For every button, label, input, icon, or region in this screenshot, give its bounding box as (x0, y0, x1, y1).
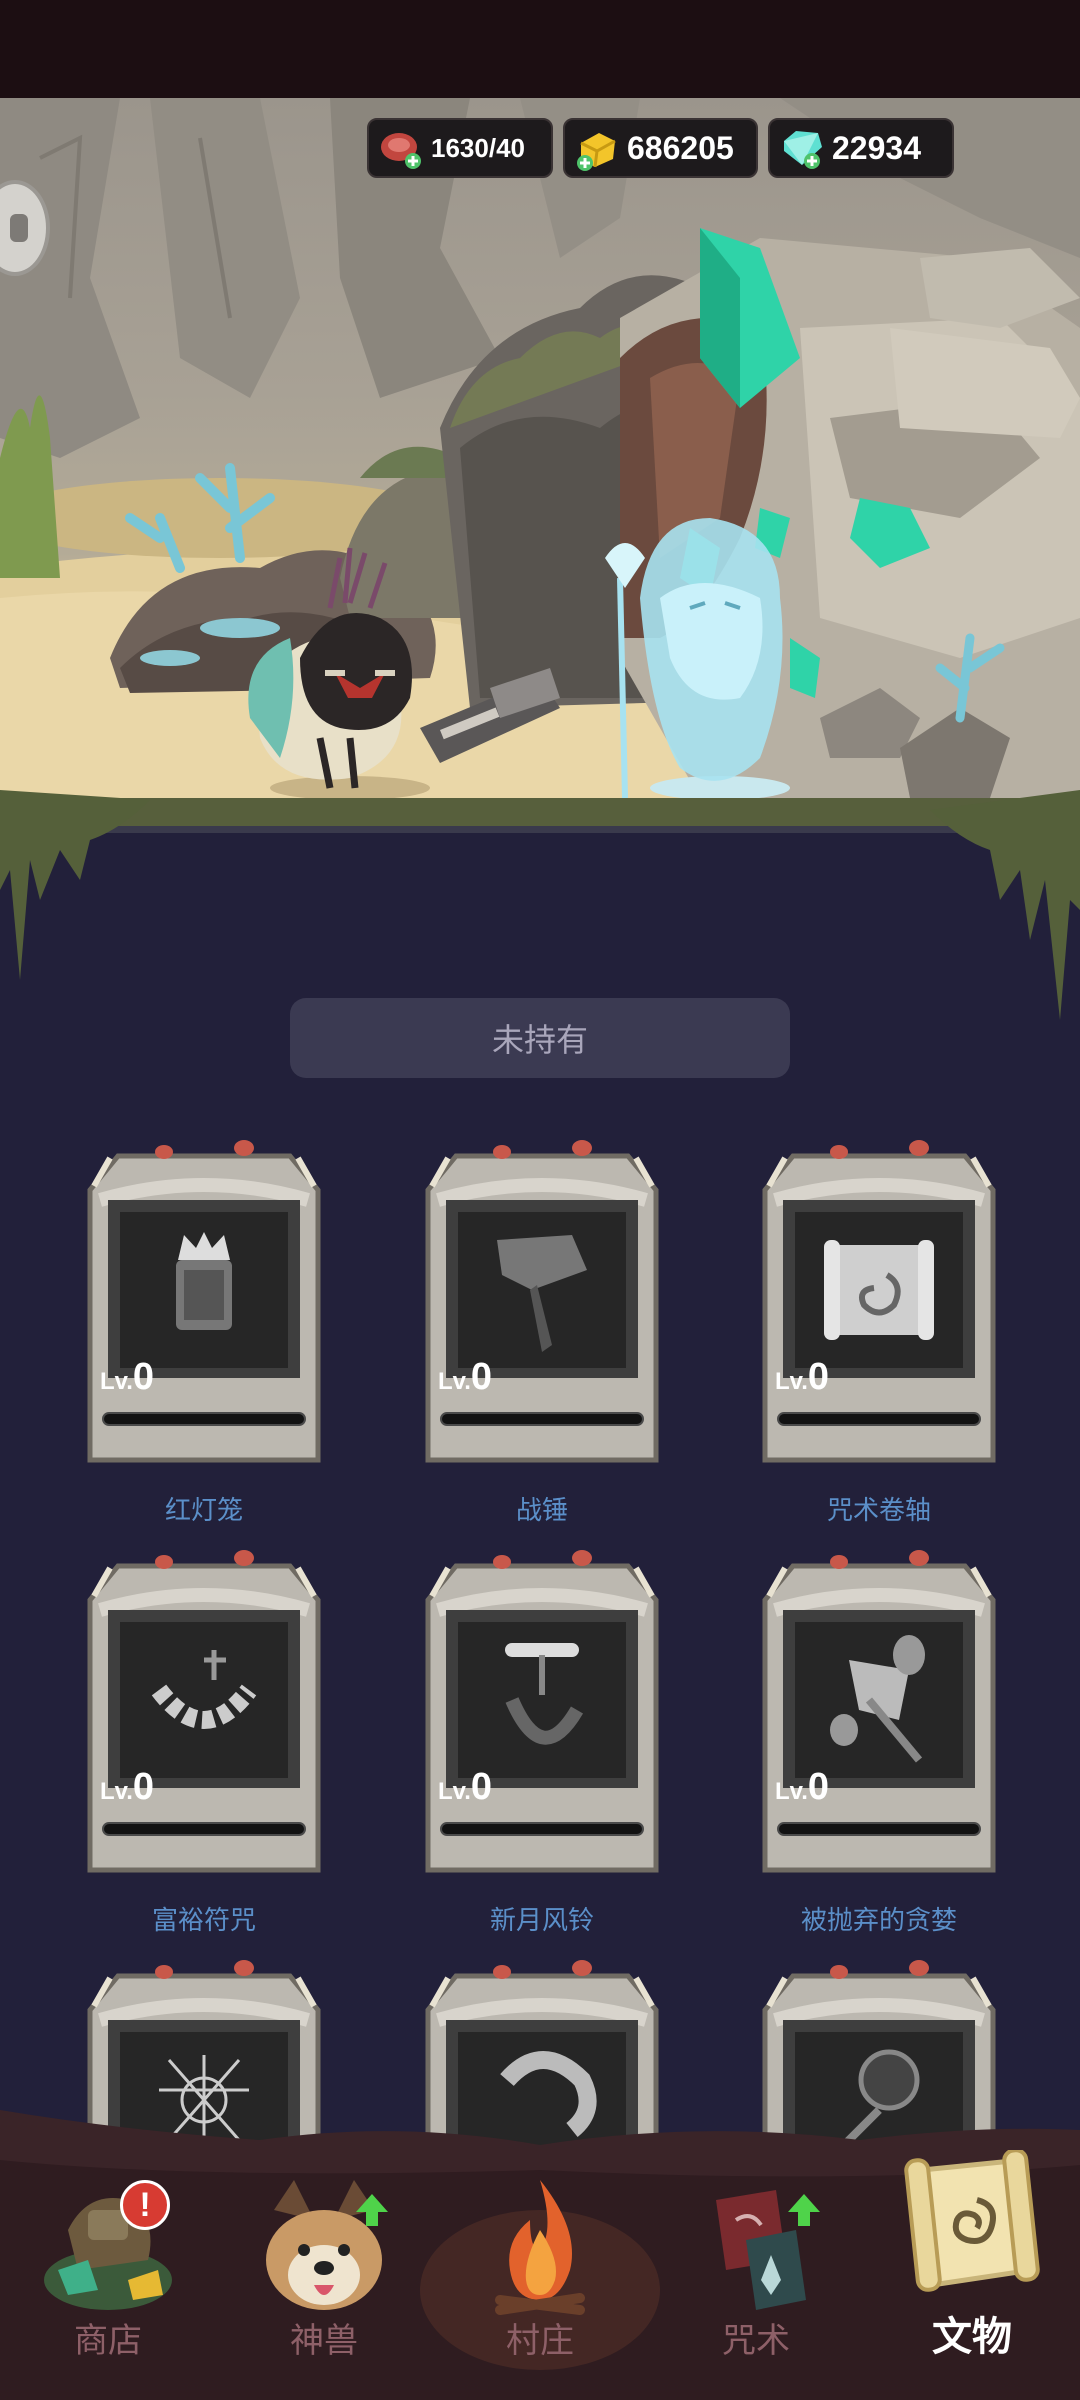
moss-left-decoration (0, 790, 150, 980)
shop-alert-badge: ! (120, 2180, 170, 2230)
nav-village[interactable]: 村庄 (432, 2170, 648, 2400)
relic-level: Lv.0 (438, 1356, 492, 1399)
nav-relic[interactable]: 文物 (864, 2150, 1080, 2400)
meat-icon (377, 123, 427, 173)
gold-icon (573, 123, 623, 173)
relic-card[interactable]: Lv.0 (418, 1550, 666, 1880)
relic-card[interactable]: Lv.0 (80, 1140, 328, 1470)
gem-value: 22934 (832, 129, 921, 166)
relic-level-prefix: Lv. (438, 1778, 471, 1805)
relic-progress-bar (440, 1822, 644, 1836)
filter-label: 未持有 (491, 1021, 588, 1059)
relic-level-value: 0 (470, 1766, 493, 1808)
relic-scroll-icon (904, 2150, 1040, 2292)
relic-progress-bar (777, 1412, 981, 1426)
relic-level-prefix: Lv. (100, 1368, 133, 1395)
upgrade-arrow-icon (356, 2194, 388, 2226)
gold-counter[interactable]: 686205 (563, 118, 758, 178)
nav-relic-label: 文物 (932, 2314, 1012, 2360)
relic-progress-bar (102, 1822, 306, 1836)
nav-shop-label: 商店 (74, 2321, 142, 2361)
relic-name: 红灯笼 (164, 1496, 243, 1526)
filter-unowned-button[interactable]: 未持有 (290, 998, 790, 1078)
upgrade-arrow-icon (788, 2194, 820, 2226)
relic-progress-bar (440, 1412, 644, 1426)
relic-name: 被抛弃的贪婪 (800, 1906, 957, 1936)
relic-card[interactable]: Lv.0 (755, 1550, 1003, 1880)
chat-icon (10, 214, 28, 242)
gem-counter[interactable]: 22934 (768, 118, 954, 178)
scene-background (0, 98, 1080, 833)
gem-icon (778, 123, 828, 173)
relic-level: Lv.0 (775, 1356, 829, 1399)
relic-level-prefix: Lv. (100, 1778, 133, 1805)
relic-level-value: 0 (132, 1766, 155, 1808)
gold-value: 686205 (627, 129, 734, 166)
status-bar (0, 0, 1080, 98)
side-toggle-button[interactable] (0, 180, 50, 276)
relic-card[interactable]: Lv.0 (755, 1140, 1003, 1470)
nav-beast-label: 神兽 (290, 2321, 358, 2361)
nav-village-label: 村庄 (506, 2321, 574, 2361)
relic-name: 咒术卷轴 (826, 1496, 931, 1526)
moss-right-decoration (930, 790, 1080, 1020)
battle-scene (0, 98, 1080, 833)
relic-level-value: 0 (132, 1356, 155, 1398)
game-screen: 1630/40 686205 22934 未持有 Lv.0 红灯笼 Lv.0 战… (0, 0, 1080, 2400)
nav-spell-label: 咒术 (722, 2321, 790, 2361)
relic-level-prefix: Lv. (775, 1778, 808, 1805)
relic-level: Lv.0 (100, 1356, 154, 1399)
relic-progress-bar (777, 1822, 981, 1836)
relic-card[interactable]: Lv.0 (80, 1550, 328, 1880)
relic-card[interactable]: Lv.0 (418, 1140, 666, 1470)
meat-counter[interactable]: 1630/40 (367, 118, 553, 178)
nav-beast[interactable]: 神兽 (216, 2170, 432, 2400)
campfire-icon (495, 2180, 585, 2315)
relic-level: Lv.0 (100, 1766, 154, 1809)
nav-shop[interactable]: ! 商店 (0, 2170, 216, 2400)
relic-name: 新月风铃 (489, 1906, 594, 1936)
meat-value: 1630/40 (431, 132, 525, 163)
relic-level: Lv.0 (775, 1766, 829, 1809)
relic-level: Lv.0 (438, 1766, 492, 1809)
relic-level-prefix: Lv. (775, 1368, 808, 1395)
relic-name: 富裕符咒 (151, 1906, 256, 1936)
relic-level-value: 0 (470, 1356, 493, 1398)
nav-spell[interactable]: 咒术 (648, 2170, 864, 2400)
scroll-icon (824, 1240, 934, 1340)
relic-level-prefix: Lv. (438, 1368, 471, 1395)
relic-progress-bar (102, 1412, 306, 1426)
lantern-icon (176, 1232, 232, 1330)
relic-level-value: 0 (807, 1766, 830, 1808)
relic-name: 战锤 (515, 1496, 568, 1526)
relic-level-value: 0 (807, 1356, 830, 1398)
